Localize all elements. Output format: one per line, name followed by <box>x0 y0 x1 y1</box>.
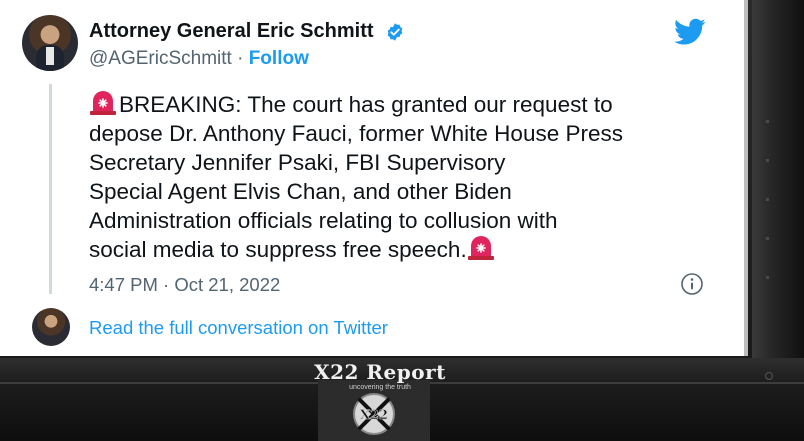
x22-brand-title: X22 Report <box>314 360 446 384</box>
tweet-line-1-text: BREAKING: The court has granted our requ… <box>119 92 613 117</box>
reply-avatar[interactable] <box>32 308 70 346</box>
tweet-line-2: depose Dr. Anthony Fauci, former White H… <box>89 121 623 146</box>
rotating-light-icon-end <box>467 236 494 260</box>
twitter-bird-icon[interactable] <box>674 18 706 46</box>
author-handle[interactable]: @AGEricSchmitt <box>89 48 232 69</box>
tweet-timestamp[interactable]: 4:47 PM · Oct 21, 2022 <box>89 274 280 296</box>
handle-separator: · <box>237 48 244 69</box>
author-handle-row: @AGEricSchmitt · Follow <box>89 48 309 70</box>
rotating-light-icon <box>90 91 116 115</box>
tweet-line-6: social media to suppress free speech. <box>89 235 719 264</box>
x22-brand-tagline: uncovering the truth <box>349 384 411 391</box>
verified-badge-icon <box>387 23 403 41</box>
read-full-conversation-link[interactable]: Read the full conversation on Twitter <box>89 317 388 339</box>
tweet-line-1: BREAKING: The court has granted our requ… <box>89 90 719 119</box>
tweet-line-5: Administration officials relating to col… <box>89 208 558 233</box>
tweet-line-4: Special Agent Elvis Chan, and other Bide… <box>89 179 512 204</box>
x22-logo-icon: X22 <box>353 393 395 435</box>
follow-button[interactable]: Follow <box>249 48 309 69</box>
x22-logo-text: X22 <box>360 408 388 423</box>
power-indicator-icon <box>765 372 773 380</box>
bezel-dots <box>766 120 770 315</box>
author-name[interactable]: Attorney General Eric Schmitt <box>89 20 374 43</box>
embedded-tweet: Attorney General Eric Schmitt @AGEricSch… <box>0 0 748 356</box>
tweet-text: BREAKING: The court has granted our requ… <box>89 90 719 264</box>
author-avatar[interactable] <box>22 15 78 71</box>
tweet-line-6-text: social media to suppress free speech. <box>89 237 467 262</box>
info-icon[interactable] <box>680 272 704 296</box>
thread-line <box>49 84 52 294</box>
tweet-line-3: Secretary Jennifer Psaki, FBI Supervisor… <box>89 150 506 175</box>
